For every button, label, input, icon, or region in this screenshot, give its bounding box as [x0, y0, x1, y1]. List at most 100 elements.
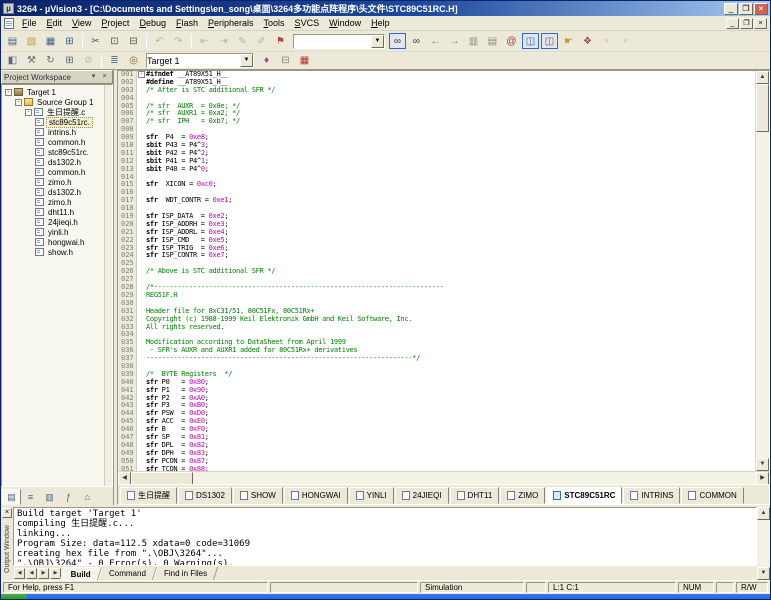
copy-icon[interactable]: ⊡: [106, 33, 123, 49]
tree-expander-icon[interactable]: -: [25, 109, 32, 116]
file-tab-dht11[interactable]: DHT11: [450, 487, 500, 504]
menu-debug[interactable]: Debug: [134, 17, 171, 29]
project-tree[interactable]: -Target 1-Source Group 1-生日提醒.cstc89c51r…: [1, 84, 113, 487]
file-tab-intrins[interactable]: INTRINS: [623, 487, 680, 504]
tree-item[interactable]: hongwai.h: [2, 237, 112, 247]
output-close-icon[interactable]: ×: [2, 508, 12, 518]
tree-item[interactable]: common.h: [2, 167, 112, 177]
rebuild-all-icon[interactable]: ↻: [42, 54, 59, 68]
project-tree-scrollbar[interactable]: [104, 85, 112, 486]
menu-tools[interactable]: Tools: [259, 17, 290, 29]
output-window-toggle-icon[interactable]: ◫: [541, 33, 558, 49]
tree-item[interactable]: intrins.h: [2, 127, 112, 137]
minimize-button[interactable]: _: [724, 3, 738, 15]
tree-item[interactable]: common.h: [2, 137, 112, 147]
print-icon[interactable]: ▤: [484, 33, 501, 49]
menu-file[interactable]: File: [17, 17, 42, 29]
file-tab-common[interactable]: COMMON: [681, 487, 743, 504]
redo-icon[interactable]: ↷: [170, 33, 187, 49]
navigate-forward-icon[interactable]: →: [446, 33, 463, 49]
tool-extra-1-icon[interactable]: ▫: [598, 33, 615, 49]
menu-svcs[interactable]: SVCS: [290, 17, 325, 29]
tree-item[interactable]: show.h: [2, 247, 112, 257]
batch-build-icon[interactable]: ⊞: [61, 54, 78, 68]
output-tab-find-in-files[interactable]: Find in Files: [153, 567, 218, 580]
files-tab[interactable]: ▤: [2, 489, 21, 505]
find-in-files-icon[interactable]: ∞: [408, 33, 425, 49]
zoom-icon[interactable]: @: [503, 33, 520, 49]
find-text-combo[interactable]: ▼: [293, 34, 385, 49]
restore-button[interactable]: ❐: [739, 3, 753, 15]
output-nav-icon-1[interactable]: ◀: [26, 568, 37, 579]
target-select-combo-dropdown-icon[interactable]: ▼: [240, 54, 253, 67]
bookmark-config-icon[interactable]: ⚑: [272, 33, 289, 49]
tree-item[interactable]: zimo.h: [2, 197, 112, 207]
mdi-restore-button[interactable]: ❐: [740, 18, 753, 29]
cut-icon[interactable]: ✂: [87, 33, 104, 49]
tree-item[interactable]: ds1302.h: [2, 157, 112, 167]
build-target-icon[interactable]: ⚒: [23, 54, 40, 68]
file-tab-生日提醒[interactable]: 生日提醒: [120, 487, 177, 504]
fold-collapse-icon[interactable]: -: [138, 71, 145, 78]
registers-tab[interactable]: ≡: [21, 489, 40, 505]
file-extensions-icon[interactable]: ⊟: [277, 54, 294, 68]
output-nav-icon-0[interactable]: ◀: [14, 568, 25, 579]
output-tab-build[interactable]: Build: [60, 567, 102, 580]
find-text-combo-input[interactable]: [294, 35, 371, 47]
indent-icon[interactable]: ⇥: [215, 33, 232, 49]
navigate-back-icon[interactable]: ←: [427, 33, 444, 49]
output-tab-command[interactable]: Command: [98, 567, 157, 580]
file-tab-24jieqi[interactable]: 24JIEQI: [395, 487, 449, 504]
comment-icon[interactable]: ✎: [234, 33, 251, 49]
tree-item[interactable]: stc89c51rc.: [2, 117, 112, 127]
outdent-icon[interactable]: ⇤: [196, 33, 213, 49]
start-button-edge[interactable]: [1, 594, 27, 600]
document-system-icon[interactable]: [4, 18, 14, 29]
mdi-minimize-button[interactable]: _: [726, 18, 739, 29]
tree-item[interactable]: dht11.h: [2, 207, 112, 217]
translate-file-icon[interactable]: ◧: [4, 54, 21, 68]
mdi-close-button[interactable]: ×: [754, 18, 767, 29]
tree-item[interactable]: zimo.h: [2, 177, 112, 187]
scroll-up-icon[interactable]: ▲: [756, 71, 769, 84]
panel-menu-icon[interactable]: ▾: [88, 72, 99, 82]
file-tab-ds1302[interactable]: DS1302: [178, 487, 232, 504]
flash-download-icon[interactable]: ≣: [106, 54, 123, 68]
templates-tab[interactable]: ⌂: [78, 489, 97, 505]
menu-edit[interactable]: Edit: [42, 17, 68, 29]
tree-expander-icon[interactable]: -: [15, 99, 22, 106]
vertical-scroll-thumb[interactable]: [756, 84, 769, 132]
file-tab-hongwai[interactable]: HONGWAI: [284, 487, 348, 504]
tree-item[interactable]: 24jieqi.h: [2, 217, 112, 227]
tree-item[interactable]: stc89c51rc.: [2, 147, 112, 157]
configure-tools-icon[interactable]: ❖: [579, 33, 596, 49]
file-tab-show[interactable]: SHOW: [233, 487, 283, 504]
manage-components-icon[interactable]: ▦: [296, 54, 313, 68]
code-area[interactable]: 001-#ifndef __AT89X51_H__002#define __AT…: [118, 71, 755, 471]
file-tab-stc89c51rc[interactable]: STC89C51RC: [546, 487, 622, 504]
save-all-icon[interactable]: ⊞: [61, 33, 78, 49]
tree-item[interactable]: yinli.h: [2, 227, 112, 237]
pointer-hand-icon[interactable]: ☛: [560, 33, 577, 49]
new-file-icon[interactable]: ▤: [4, 33, 21, 49]
menu-view[interactable]: View: [67, 17, 96, 29]
find-text-combo-dropdown-icon[interactable]: ▼: [371, 35, 384, 48]
file-tab-yinli[interactable]: YINLI: [349, 487, 394, 504]
functions-tab[interactable]: ƒ: [59, 489, 78, 505]
tree-expander-icon[interactable]: -: [5, 89, 12, 96]
tree-item[interactable]: -生日提醒.c: [2, 107, 112, 117]
tree-item[interactable]: -Target 1: [2, 87, 112, 97]
project-window-toggle-icon[interactable]: ◫: [522, 33, 539, 49]
save-icon[interactable]: ▦: [42, 33, 59, 49]
tree-item[interactable]: -Source Group 1: [2, 97, 112, 107]
output-scroll-down-icon[interactable]: ▼: [757, 567, 770, 580]
undo-icon[interactable]: ↶: [151, 33, 168, 49]
close-button[interactable]: ×: [754, 3, 768, 15]
find-icon[interactable]: ∞: [389, 33, 406, 49]
output-scroll-up-icon[interactable]: ▲: [757, 507, 770, 520]
file-tab-zimo[interactable]: ZIMO: [500, 487, 545, 504]
scroll-down-icon[interactable]: ▼: [756, 458, 769, 471]
debug-session-icon[interactable]: ◎: [125, 54, 142, 68]
paste-icon[interactable]: ⊟: [125, 33, 142, 49]
open-file-icon[interactable]: ▧: [23, 33, 40, 49]
